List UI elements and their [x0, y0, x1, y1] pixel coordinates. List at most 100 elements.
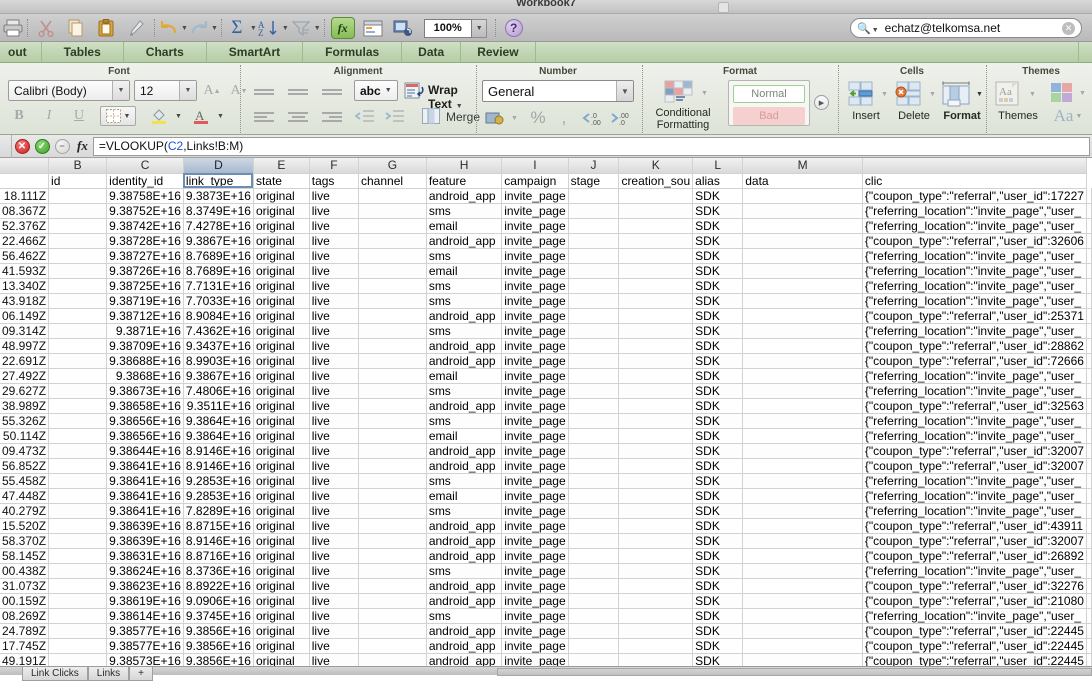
cell-C[interactable]: 9.38727E+16: [106, 248, 184, 264]
cell-C[interactable]: 9.38631E+16: [106, 548, 184, 564]
cell-C[interactable]: 9.38641E+16: [106, 488, 184, 504]
cell-B[interactable]: [48, 338, 108, 354]
sort-az-icon[interactable]: AZ: [257, 14, 281, 42]
align-center-button[interactable]: [282, 106, 314, 127]
cell-B[interactable]: [48, 623, 108, 639]
cell-D[interactable]: 8.9146E+16: [183, 533, 254, 549]
cell-A[interactable]: 27.492Z: [0, 368, 50, 384]
cell-F[interactable]: live: [309, 383, 360, 399]
cell-M[interactable]: [742, 218, 863, 234]
cell-A[interactable]: {"referring_location":"invite_page","use…: [862, 488, 1088, 504]
cell-G[interactable]: [358, 578, 427, 594]
zoom-level-input[interactable]: 100%: [423, 18, 472, 38]
header-cell-K[interactable]: creation_sou: [618, 173, 694, 189]
cell-C[interactable]: 9.38641E+16: [106, 458, 184, 474]
cell-I[interactable]: invite_page: [501, 203, 569, 219]
themes-dropdown-icon[interactable]: ▼: [1029, 91, 1036, 98]
cell-A[interactable]: [1086, 518, 1092, 534]
cell-H[interactable]: android_app: [426, 443, 503, 459]
cell-J[interactable]: [568, 443, 620, 459]
cell-E[interactable]: original: [253, 458, 310, 474]
cell-L[interactable]: SDK: [692, 593, 744, 609]
align-bottom-button[interactable]: [316, 81, 348, 102]
cell-A[interactable]: [1086, 563, 1092, 579]
cell-K[interactable]: [618, 503, 694, 519]
column-header-C[interactable]: C: [106, 158, 184, 174]
column-header-L[interactable]: L: [692, 158, 744, 174]
cell-styles-more-button[interactable]: ▶: [814, 95, 829, 110]
cell-A[interactable]: 22.691Z: [0, 353, 50, 369]
cell-M[interactable]: [742, 563, 863, 579]
cell-G[interactable]: [358, 383, 427, 399]
cell-M[interactable]: [742, 443, 863, 459]
cell-H[interactable]: android_app: [426, 623, 503, 639]
cell-A[interactable]: 31.073Z: [0, 578, 50, 594]
cell-B[interactable]: [48, 413, 108, 429]
cell-M[interactable]: [742, 488, 863, 504]
cell-H[interactable]: sms: [426, 203, 503, 219]
cell-C[interactable]: 9.3871E+16: [106, 323, 184, 339]
cell-C[interactable]: 9.38577E+16: [106, 638, 184, 654]
cell-K[interactable]: [618, 308, 694, 324]
bold-button[interactable]: B: [4, 105, 34, 127]
cell-A[interactable]: 48.997Z: [0, 338, 50, 354]
tab-layout[interactable]: out: [0, 42, 42, 62]
cell-L[interactable]: SDK: [692, 263, 744, 279]
table-row[interactable]: 22.691Z 9.38688E+16 8.9903E+16 original live…: [0, 353, 1092, 369]
cell-H[interactable]: email: [426, 428, 503, 444]
conditional-formatting-label[interactable]: Conditional Formatting: [646, 107, 720, 131]
cell-C[interactable]: 9.38728E+16: [106, 233, 184, 249]
cell-G[interactable]: [358, 398, 427, 414]
cell-G[interactable]: [358, 593, 427, 609]
fill-color-button[interactable]: [146, 106, 172, 126]
formula-cancel-button[interactable]: ✕: [12, 135, 32, 158]
cell-K[interactable]: [618, 428, 694, 444]
borders-button[interactable]: ▼: [100, 106, 136, 126]
cell-J[interactable]: [568, 413, 620, 429]
cell-I[interactable]: invite_page: [501, 308, 569, 324]
cell-L[interactable]: SDK: [692, 293, 744, 309]
cell-A[interactable]: {"referring_location":"invite_page","use…: [862, 218, 1088, 234]
grow-font-button[interactable]: A ▲: [198, 80, 226, 101]
cell-A[interactable]: 15.520Z: [0, 518, 50, 534]
cell-M[interactable]: [742, 518, 863, 534]
cell-K[interactable]: [618, 548, 694, 564]
cell-A[interactable]: {"referring_location":"invite_page","use…: [862, 428, 1088, 444]
cell-C[interactable]: 9.38752E+16: [106, 203, 184, 219]
cell-B[interactable]: [48, 488, 108, 504]
cell-A[interactable]: [1086, 548, 1092, 564]
cell-B[interactable]: [48, 293, 108, 309]
cell-A[interactable]: 08.269Z: [0, 608, 50, 624]
cell-J[interactable]: [568, 188, 620, 204]
cell-K[interactable]: [618, 563, 694, 579]
cell-K[interactable]: [618, 593, 694, 609]
cell-M[interactable]: [742, 578, 863, 594]
column-header-G[interactable]: G: [358, 158, 427, 174]
undo-dropdown-icon[interactable]: ▼: [181, 25, 188, 32]
cell-A[interactable]: [1086, 263, 1092, 279]
cell-K[interactable]: [618, 623, 694, 639]
cell-K[interactable]: [618, 608, 694, 624]
cell-M[interactable]: [742, 593, 863, 609]
increase-indent-button[interactable]: [382, 106, 408, 126]
cell-A[interactable]: 13.340Z: [0, 278, 50, 294]
cell-A[interactable]: 40.279Z: [0, 503, 50, 519]
format-cells-label[interactable]: Format: [936, 110, 988, 122]
header-cell-H[interactable]: feature: [426, 173, 503, 189]
cell-I[interactable]: invite_page: [501, 503, 569, 519]
currency-dropdown-icon[interactable]: ▼: [511, 115, 518, 122]
cell-B[interactable]: [48, 203, 108, 219]
cell-F[interactable]: live: [309, 413, 360, 429]
cell-M[interactable]: [742, 503, 863, 519]
orientation-button[interactable]: abc ▼: [354, 80, 398, 101]
format-cells-icon[interactable]: [940, 81, 974, 107]
cell-A[interactable]: 09.473Z: [0, 443, 50, 459]
cell-M[interactable]: [742, 428, 863, 444]
delete-cells-icon[interactable]: [894, 81, 926, 107]
theme-colors-dropdown-icon[interactable]: ▼: [1079, 90, 1086, 97]
themes-icon[interactable]: Aa: [992, 81, 1026, 107]
table-row[interactable]: 09.473Z 9.38644E+16 8.9146E+16 original live…: [0, 443, 1092, 459]
cell-A[interactable]: [1086, 218, 1092, 234]
cell-I[interactable]: invite_page: [501, 638, 569, 654]
cell-A[interactable]: {"coupon_type":"referral","user_id":3227…: [862, 578, 1088, 594]
